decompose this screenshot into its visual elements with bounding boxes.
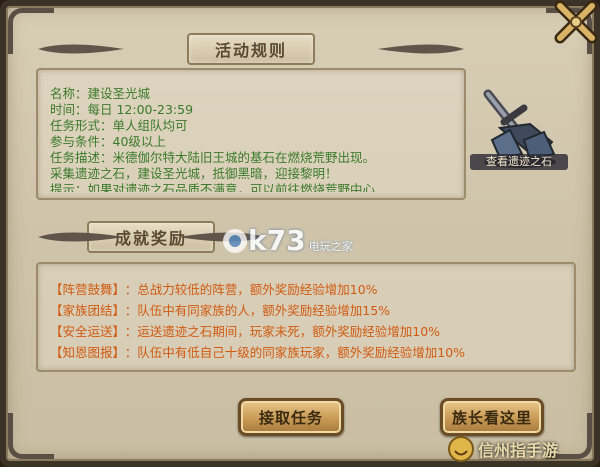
horn-ornament-icon: [38, 232, 124, 242]
reward-item: 【家族团结】 ：队伍中有同家族的人，额外奖励经验增加15%: [50, 300, 574, 321]
rule-line: 任务形式：单人组队均可: [50, 118, 188, 133]
k73-watermark: k73 电玩之家: [222, 224, 353, 257]
rewards-box: 【阵营鼓舞】 ：总战力较低的阵营，额外奖励经验增加10% 【家族团结】 ：队伍中有同…: [36, 262, 576, 372]
close-x-icon[interactable]: [554, 0, 598, 44]
site-logo-icon: [448, 436, 474, 462]
reward-text: ：总战力较低的阵营，额外奖励经验增加10%: [124, 282, 378, 297]
rules-box: 名称：建设圣光城 时间：每日 12:00-23:59 任务形式：单人组队均可 参…: [36, 68, 466, 200]
rules-header: 活动规则: [36, 33, 466, 65]
rule-line: 采集遗迹之石，建设圣光城，抵御黑暗，迎接黎明！: [50, 166, 338, 181]
rule-line: 参与条件：40级以上: [50, 134, 166, 149]
rule-line: 时间：每日 12:00-23:59: [50, 102, 194, 117]
reward-tag: 【家族团结】: [50, 303, 119, 318]
k73-subtext: 电玩之家: [308, 239, 353, 253]
view-relic-stone-label: 查看遗迹之石: [470, 154, 568, 170]
view-relic-stone-button[interactable]: 查看遗迹之石: [470, 82, 568, 180]
horn-ornament-icon: [38, 44, 124, 54]
reward-tag: 【阵营鼓舞】: [50, 282, 119, 297]
accept-task-button[interactable]: 接取任务: [238, 398, 344, 436]
reward-tag: 【安全运送】: [50, 324, 119, 339]
reward-tag: 【知恩图报】: [50, 345, 119, 360]
rule-line: 名称：建设圣光城: [50, 86, 151, 101]
reward-text: ：队伍中有同家族的人，额外奖励经验增加15%: [124, 303, 391, 318]
gamepad-icon: [223, 228, 247, 253]
reward-item: 【安全运送】 ：运送遗迹之石期间，玩家未死，额外奖励经验增加10%: [50, 321, 574, 342]
site-watermark-text: 信州指手游: [478, 441, 559, 460]
frame-corner: [8, 413, 54, 459]
site-watermark: 信州指手游: [448, 436, 558, 462]
k73-text: k73: [248, 224, 306, 257]
horn-ornament-icon: [378, 44, 464, 54]
reward-text: ：运送遗迹之石期间，玩家未死，额外奖励经验增加10%: [124, 324, 441, 339]
reward-text: ：队伍中有低自己十级的同家族玩家，额外奖励经验增加10%: [124, 345, 466, 360]
rules-title: 活动规则: [186, 33, 315, 65]
reward-item: 【阵营鼓舞】 ：总战力较低的阵营，额外奖励经验增加10%: [50, 279, 574, 300]
reward-item: 【知恩图报】 ：队伍中有低自己十级的同家族玩家，额外奖励经验增加10%: [50, 342, 574, 363]
rule-line: 任务描述：米德伽尔特大陆旧王城的基石在燃烧荒野出现。: [50, 150, 376, 165]
rule-line: 提示：如果对遗迹之石品质不满意，可以前往燃烧荒野中心: [50, 182, 376, 192]
clan-leader-button[interactable]: 族长看这里: [440, 398, 544, 436]
